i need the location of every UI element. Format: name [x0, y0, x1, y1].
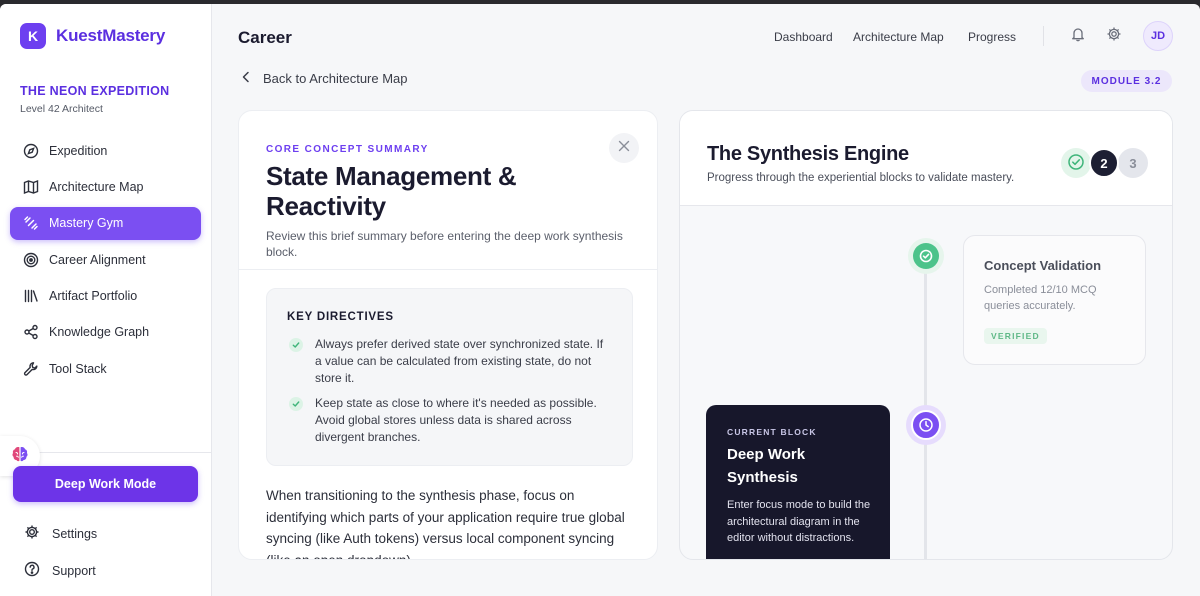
notifications-button[interactable]: [1068, 26, 1088, 46]
brain-icon: [10, 444, 30, 469]
directive-item: Always prefer derived state over synchro…: [289, 336, 609, 387]
sidebar-item-label: Knowledge Graph: [49, 325, 150, 340]
close-icon: [618, 139, 630, 157]
current-block-title: Deep Work Synthesis: [727, 446, 806, 486]
sidebar-item-architecture-map[interactable]: Architecture Map: [10, 170, 201, 203]
settings-button[interactable]: [1104, 26, 1124, 46]
back-link[interactable]: Back to Architecture Map: [241, 71, 408, 86]
step-current[interactable]: 2: [1089, 148, 1119, 178]
check-circle-icon: [289, 397, 303, 411]
concept-body-text: When transitioning to the synthesis phas…: [266, 488, 625, 560]
key-directives-panel: KEY DIRECTIVES Always prefer derived sta…: [266, 288, 633, 466]
page-title: Career: [238, 28, 292, 47]
check-icon: [913, 243, 939, 269]
app-window: K KuestMastery THE NEON EXPEDITION Level…: [0, 4, 1200, 596]
step-upcoming[interactable]: 3: [1118, 148, 1148, 178]
sidebar-item-label: Career Alignment: [49, 252, 146, 267]
topnav-dashboard[interactable]: Dashboard: [774, 30, 833, 44]
settings-label: Settings: [52, 526, 98, 541]
sidebar-nav: Expedition Architecture Map Mastery Gym …: [10, 134, 201, 389]
sidebar-item-knowledge-graph[interactable]: Knowledge Graph: [10, 316, 201, 349]
sidebar-item-label: Mastery Gym: [49, 216, 124, 231]
topnav-progress[interactable]: Progress: [968, 30, 1016, 44]
support-label: Support: [52, 563, 96, 578]
compass-icon: [23, 143, 39, 159]
current-block-description: Enter focus mode to build the architectu…: [727, 499, 871, 544]
deep-work-mode-button[interactable]: Deep Work Mode: [13, 466, 198, 502]
back-link-label: Back to Architecture Map: [263, 71, 408, 86]
concept-eyebrow: CORE CONCEPT SUMMARY: [266, 144, 429, 155]
brand-name: KuestMastery: [56, 26, 166, 45]
gear-icon: [1106, 26, 1122, 47]
gear-icon: [24, 524, 40, 543]
timeline-line: [924, 241, 927, 559]
brand[interactable]: K KuestMastery: [20, 23, 165, 49]
validation-title: Concept Validation: [984, 258, 1102, 273]
help-icon: [24, 561, 40, 580]
brand-logo: K: [20, 23, 46, 49]
concept-validation-block[interactable]: Concept Validation Completed 12/10 MCQ q…: [963, 235, 1146, 365]
expedition-subtitle: Level 42 Architect: [20, 103, 103, 115]
close-button[interactable]: [609, 133, 639, 163]
verified-badge: VERIFIED: [984, 328, 1047, 344]
check-circle-icon: [1067, 153, 1085, 174]
map-icon: [23, 179, 39, 195]
synthesis-engine-header: The Synthesis Engine Progress through th…: [680, 111, 1172, 206]
wrench-icon: [23, 361, 39, 377]
validation-description: Completed 12/10 MCQ queries accurately.: [984, 284, 1097, 312]
directives-title: KEY DIRECTIVES: [287, 311, 394, 323]
sidebar-item-label: Expedition: [49, 143, 108, 158]
avatar[interactable]: JD: [1143, 21, 1173, 51]
step-complete[interactable]: [1061, 148, 1091, 178]
share-nodes-icon: [23, 324, 39, 340]
sidebar: K KuestMastery THE NEON EXPEDITION Level…: [0, 4, 212, 596]
directive-text: Always prefer derived state over synchro…: [315, 337, 604, 385]
support-link[interactable]: Support: [24, 561, 96, 580]
current-block-card[interactable]: CURRENT BLOCK Deep Work Synthesis Enter …: [706, 405, 890, 559]
header-divider: [1043, 26, 1044, 46]
current-block-eyebrow: CURRENT BLOCK: [727, 427, 817, 437]
directive-text: Keep state as close to where it's needed…: [315, 396, 597, 444]
directive-item: Keep state as close to where it's needed…: [289, 395, 609, 446]
concept-summary-card: CORE CONCEPT SUMMARY State Management & …: [238, 110, 658, 560]
topnav-architecture-map[interactable]: Architecture Map: [853, 30, 944, 44]
step-indicator: 3 2: [1061, 148, 1151, 178]
dumbbell-icon: [23, 215, 39, 231]
sidebar-item-mastery-gym[interactable]: Mastery Gym: [10, 206, 201, 240]
concept-description: Review this brief summary before enterin…: [266, 229, 623, 259]
target-icon: [23, 252, 39, 268]
sidebar-item-expedition[interactable]: Expedition: [10, 134, 201, 167]
module-badge: MODULE 3.2: [1081, 70, 1172, 92]
clock-icon: [911, 410, 941, 440]
sidebar-item-artifact-portfolio[interactable]: Artifact Portfolio: [10, 280, 201, 313]
chevron-left-icon: [241, 71, 251, 86]
sidebar-item-label: Architecture Map: [49, 179, 144, 194]
concept-title: State Management & Reactivity: [266, 161, 517, 221]
sidebar-item-tool-stack[interactable]: Tool Stack: [10, 352, 201, 385]
expedition-title: THE NEON EXPEDITION: [20, 84, 170, 98]
engine-title: The Synthesis Engine: [707, 143, 909, 165]
check-circle-icon: [289, 338, 303, 352]
bell-icon: [1070, 26, 1086, 47]
sidebar-item-label: Tool Stack: [49, 361, 107, 376]
sidebar-item-career-alignment[interactable]: Career Alignment: [10, 243, 201, 276]
card-divider: [239, 269, 657, 270]
timeline-node-current: [906, 405, 946, 445]
synthesis-engine-card: The Synthesis Engine Progress through th…: [679, 110, 1173, 560]
sidebar-item-label: Artifact Portfolio: [49, 289, 138, 304]
engine-subtitle: Progress through the experiential blocks…: [707, 172, 1015, 184]
library-icon: [23, 288, 39, 304]
timeline-node-complete: [908, 238, 944, 274]
settings-link[interactable]: Settings: [24, 524, 97, 543]
